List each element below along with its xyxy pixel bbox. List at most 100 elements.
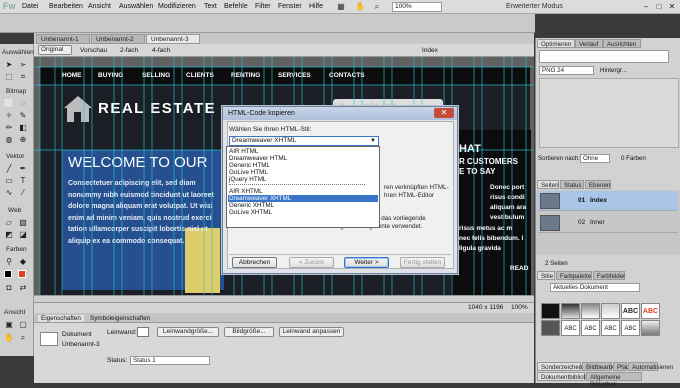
style-swatch-text[interactable]: ABC <box>621 320 640 336</box>
styles-select[interactable]: Aktuelles Dokument <box>550 283 640 292</box>
zoom-tool-icon[interactable]: ⌕ <box>372 2 382 12</box>
menu-bearbeiten[interactable]: Bearbeiten <box>49 3 83 10</box>
menu-datei[interactable]: Datei <box>22 3 38 10</box>
style-swatch[interactable] <box>541 303 560 319</box>
tab-properties[interactable]: Eigenschaften <box>38 315 84 322</box>
rectangle-tool-icon[interactable]: ▭ <box>4 176 14 186</box>
tab-styles[interactable]: Stile <box>537 271 555 280</box>
hand-icon[interactable]: ✋ <box>355 2 365 12</box>
lasso-tool-icon[interactable]: ◌ <box>18 99 28 109</box>
eraser-tool-icon[interactable]: ◧ <box>18 123 28 133</box>
style-swatch-text[interactable]: ABC <box>581 320 600 336</box>
html-style-select[interactable]: Dreamweaver XHTML ▼ <box>229 136 379 146</box>
menu-filter[interactable]: Filter <box>255 3 271 10</box>
option-generic-html[interactable]: Generic HTML <box>228 162 378 169</box>
cancel-button[interactable]: Abbrechen <box>232 257 277 268</box>
option-generic-xhtml[interactable]: Generic XHTML <box>228 202 378 209</box>
default-colors-icon[interactable]: ◘ <box>4 283 14 293</box>
grid-icon[interactable]: ▦ <box>336 2 346 12</box>
menu-hilfe[interactable]: Hilfe <box>309 3 323 10</box>
brush-tool-icon[interactable]: ✎ <box>18 111 28 121</box>
optimize-preset-select[interactable] <box>539 50 669 63</box>
text-tool-icon[interactable]: T <box>18 176 28 186</box>
tab-optimize[interactable]: Optimieren <box>537 39 575 48</box>
tab-common-library[interactable]: Allgemeine Bibliothek <box>586 372 642 388</box>
image-size-button[interactable]: Bildgröße... <box>224 327 274 337</box>
horizontal-scrollbar[interactable] <box>34 295 534 302</box>
fill-color-swatch[interactable] <box>18 270 26 278</box>
slice-tool-icon[interactable]: ▨ <box>18 218 28 228</box>
hand-tool-icon[interactable]: ✋ <box>4 333 14 343</box>
option-dreamweaver-xhtml[interactable]: Dreamweaver XHTML <box>228 195 378 202</box>
view-4up-button[interactable]: 4-fach <box>152 47 170 54</box>
tab-swatches[interactable]: Farbfelder <box>593 271 625 280</box>
blur-tool-icon[interactable]: ◍ <box>4 135 14 145</box>
option-dreamweaver-html[interactable]: Dreamweaver HTML <box>228 155 378 162</box>
fullscreen-icon[interactable]: ▢ <box>18 320 28 330</box>
tab-layers[interactable]: Ebenen <box>585 180 611 189</box>
workspace-switcher[interactable]: Erweiterter Modus <box>506 3 563 10</box>
style-swatch[interactable] <box>641 320 660 336</box>
page-select[interactable]: Index <box>422 47 438 54</box>
tab-image-editing[interactable]: Bildbearbeiten <box>582 362 626 371</box>
canvas-color-swatch[interactable] <box>137 327 149 337</box>
option-golive-html[interactable]: GoLive HTML <box>228 169 378 176</box>
style-swatch[interactable] <box>601 303 620 319</box>
hide-slices-icon[interactable]: ◩ <box>4 230 14 240</box>
tab-path[interactable]: Pfad <box>613 362 630 371</box>
tab-color-palette[interactable]: Farbpalette <box>556 271 592 280</box>
menu-fenster[interactable]: Fenster <box>278 3 302 10</box>
style-swatch-text[interactable]: ABC <box>601 320 620 336</box>
swap-colors-icon[interactable]: ⇄ <box>18 283 28 293</box>
page-row-inner[interactable]: 02 Inner <box>538 213 678 233</box>
tab-pages[interactable]: Seiten <box>537 180 559 189</box>
freeform-tool-icon[interactable]: ∿ <box>4 188 14 198</box>
finish-button[interactable]: Fertig stellen <box>400 257 445 268</box>
stroke-color-swatch[interactable] <box>4 270 12 278</box>
tab-states[interactable]: Status <box>560 180 584 189</box>
tab-unbenannt-1[interactable]: Unbenannt-1 <box>36 34 90 44</box>
tab-symbol-properties[interactable]: Symboleigenschaften <box>90 315 150 322</box>
style-swatch-text[interactable]: ABC <box>621 303 640 319</box>
fit-canvas-button[interactable]: Leinwand anpassen <box>279 327 344 337</box>
eyedropper-icon[interactable]: ⚲ <box>4 257 14 267</box>
style-swatch[interactable] <box>561 303 580 319</box>
tab-document-library[interactable]: Dokumentbibliothek <box>537 372 595 381</box>
style-swatch-text[interactable]: ABC <box>561 320 580 336</box>
back-button[interactable]: < Zurück <box>289 257 334 268</box>
menu-auswaehlen[interactable]: Auswählen <box>119 3 153 10</box>
status-select[interactable]: Status 1 <box>130 356 210 365</box>
menu-modifizieren[interactable]: Modifizieren <box>158 3 196 10</box>
view-original-button[interactable]: Original <box>38 45 72 55</box>
line-tool-icon[interactable]: ╱ <box>4 164 14 174</box>
view-2up-button[interactable]: 2-fach <box>120 47 138 54</box>
crop-tool-icon[interactable]: ⌗ <box>18 72 28 82</box>
magic-wand-icon[interactable]: ✧ <box>4 111 14 121</box>
knife-tool-icon[interactable]: ⁄ <box>18 188 28 198</box>
style-swatch-text-red[interactable]: ABC <box>641 303 660 319</box>
dialog-close-icon[interactable]: ✕ <box>434 108 454 118</box>
subselect-tool-icon[interactable]: ➢ <box>18 60 28 70</box>
tab-unbenannt-3[interactable]: Unbenannt-3 <box>146 34 200 44</box>
option-golive-xhtml[interactable]: GoLive XHTML <box>228 209 378 216</box>
menu-ansicht[interactable]: Ansicht <box>88 3 111 10</box>
zoom-select[interactable]: 100% <box>392 2 442 12</box>
pen-tool-icon[interactable]: ✒ <box>18 164 28 174</box>
tab-special-characters[interactable]: Sonderzeichen <box>537 362 582 371</box>
menu-befehle[interactable]: Befehle <box>224 3 248 10</box>
scale-tool-icon[interactable]: ⬚ <box>4 72 14 82</box>
standard-screen-icon[interactable]: ▣ <box>4 320 14 330</box>
style-swatch[interactable] <box>541 320 560 336</box>
minimize-icon[interactable]: – <box>640 1 652 12</box>
pencil-tool-icon[interactable]: ✏ <box>4 123 14 133</box>
pointer-tool-icon[interactable]: ➤ <box>4 60 14 70</box>
tab-automate[interactable]: Automatisieren <box>628 362 673 371</box>
paint-bucket-icon[interactable]: ◆ <box>18 257 28 267</box>
option-air-xhtml[interactable]: AIR XHTML <box>228 188 378 195</box>
tab-align[interactable]: Ausrichten <box>603 39 641 48</box>
page-row-index[interactable]: 01 Index <box>538 191 678 211</box>
canvas-size-button[interactable]: Leinwandgröße... <box>157 327 219 337</box>
next-button[interactable]: Weiter > <box>344 257 389 268</box>
tab-unbenannt-2[interactable]: Unbenannt-2 <box>91 34 145 44</box>
view-preview-button[interactable]: Vorschau <box>80 47 107 54</box>
